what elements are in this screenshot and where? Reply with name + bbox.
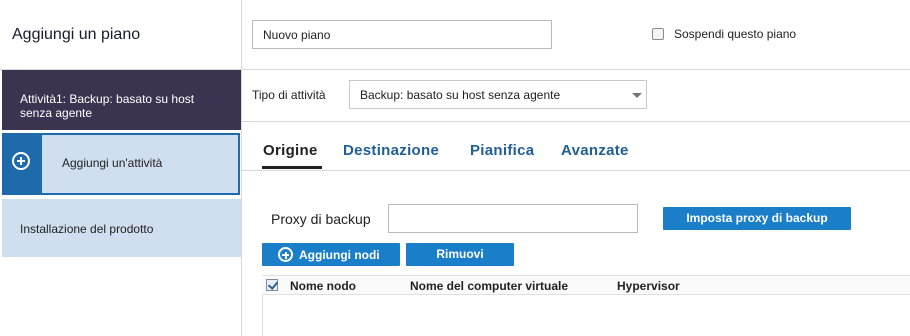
chevron-down-icon[interactable]: [632, 93, 642, 98]
select-all-checkbox[interactable]: [266, 279, 278, 291]
active-tab-indicator: [262, 166, 322, 169]
column-header-vm-name[interactable]: Nome del computer virtuale: [410, 279, 568, 293]
column-header-hypervisor[interactable]: Hypervisor: [617, 279, 680, 293]
suspend-plan-label[interactable]: Sospendi questo piano: [674, 27, 796, 41]
set-backup-proxy-button[interactable]: Imposta proxy di backup: [663, 207, 851, 230]
tab-avanzate[interactable]: Avanzate: [561, 142, 629, 159]
column-header-node-name[interactable]: Nome nodo: [290, 279, 356, 293]
add-nodes-label: Aggiungi nodi: [299, 248, 380, 262]
plus-circle-icon: [278, 247, 293, 262]
tab-origine[interactable]: Origine: [263, 142, 318, 159]
plus-circle-icon: [12, 152, 30, 170]
backup-proxy-label: Proxy di backup: [271, 211, 371, 227]
tab-pianifica[interactable]: Pianifica: [470, 142, 534, 159]
tab-destinazione[interactable]: Destinazione: [343, 142, 439, 159]
suspend-plan-checkbox[interactable]: [652, 28, 664, 40]
page-title: Aggiungi un piano: [12, 26, 141, 43]
install-product-label: Installazione del prodotto: [20, 222, 154, 236]
plan-name-input[interactable]: [252, 20, 552, 49]
task-list-item-label: Attività1: Backup: basato su host senza …: [20, 92, 195, 120]
backup-proxy-input[interactable]: [388, 204, 638, 233]
add-task-label: Aggiungi un'attività: [62, 156, 163, 170]
nodes-table-header: [262, 275, 910, 295]
nodes-table-body: [262, 295, 263, 336]
remove-button[interactable]: Rimuovi: [406, 243, 514, 266]
task-type-label: Tipo di attività: [252, 88, 326, 102]
task-type-value[interactable]: Backup: basato su host senza agente: [360, 88, 560, 102]
